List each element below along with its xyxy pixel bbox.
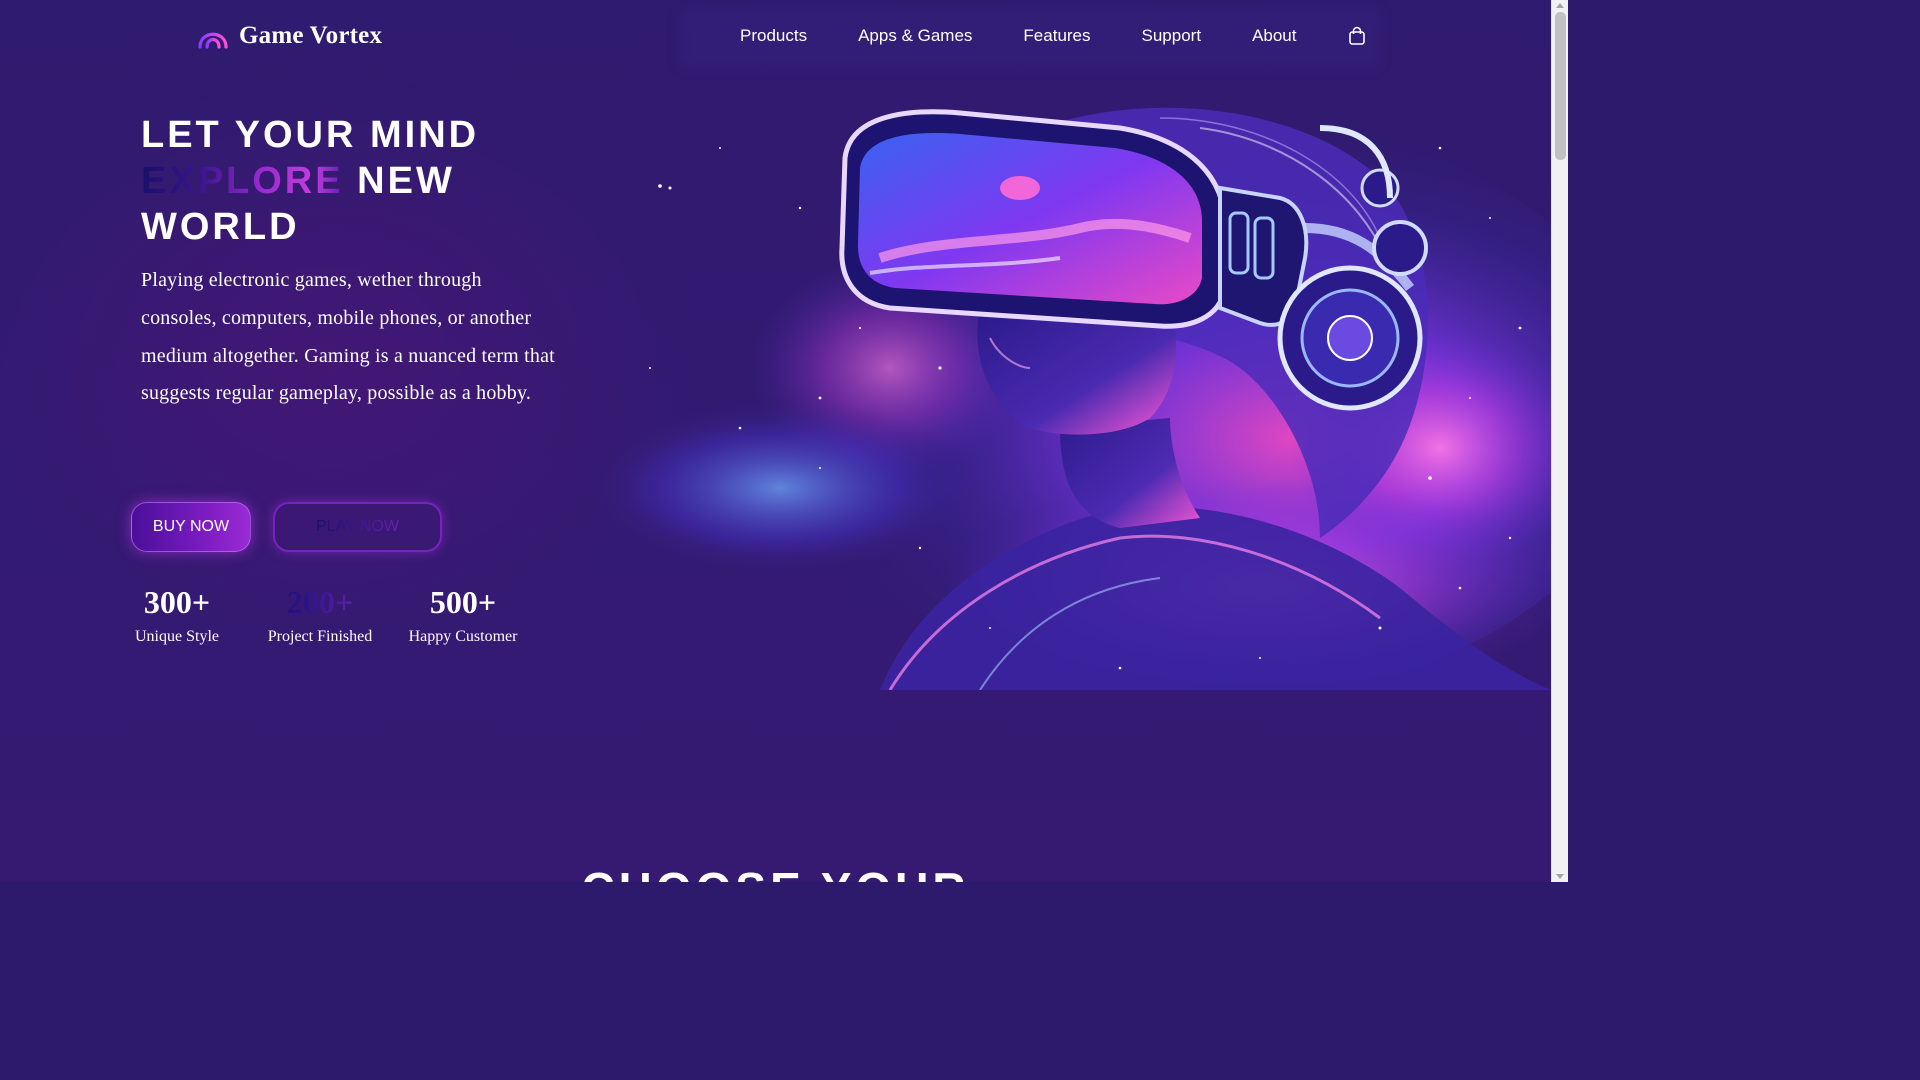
stat-value: 500+ [429, 584, 497, 620]
stat-value: 300+ [143, 584, 211, 620]
stat-happy-customer: 500+ Happy Customer [393, 584, 533, 648]
arc-logo-icon [198, 32, 228, 49]
stat-label: Happy Customer [408, 628, 518, 645]
brand-name: Game Vortex [239, 22, 383, 49]
hero-description: Playing electronic games, wether through… [141, 269, 555, 405]
hero-title-line3: WORLD [141, 206, 300, 248]
nav-about[interactable]: About [1252, 24, 1296, 48]
hero-title-highlight: EXPLORE [141, 160, 344, 202]
play-now-button[interactable]: PLAY NOW [273, 502, 442, 552]
page-scrollbar[interactable] [1551, 0, 1568, 882]
hero-title-line2-rest: NEW [343, 160, 455, 202]
stat-unique-style: 300+ Unique Style [107, 584, 247, 648]
play-now-label: PLAY NOW [316, 518, 399, 535]
main-nav: Products Apps & Games Features Support A… [740, 24, 1366, 48]
nav-apps-games[interactable]: Apps & Games [858, 24, 972, 48]
hero-title-line1: LET YOUR MIND [141, 114, 480, 156]
brand-logo[interactable]: Game Vortex [197, 20, 382, 52]
stat-label: Unique Style [135, 628, 219, 645]
nav-products[interactable]: Products [740, 24, 807, 48]
stat-value: 200+ [250, 584, 390, 620]
stat-project-finished: 200+ Project Finished [250, 584, 390, 648]
nav-features[interactable]: Features [1023, 24, 1090, 48]
shopping-bag-icon[interactable] [1348, 26, 1366, 46]
stat-label: Project Finished [267, 628, 373, 645]
page: Game Vortex Products Apps & Games Featur… [0, 0, 1551, 882]
section-heading: CHOOSE YOUR [0, 864, 1551, 882]
vr-headset-woman-illustration [580, 107, 1551, 690]
hero-title: LET YOUR MIND EXPLORE NEW WORLD [141, 112, 479, 250]
scroll-down-arrow-icon[interactable] [1556, 874, 1564, 879]
nav-support[interactable]: Support [1142, 24, 1202, 48]
buy-now-label: BUY NOW [152, 518, 230, 535]
buy-now-button[interactable]: BUY NOW [131, 502, 251, 552]
scroll-up-arrow-icon[interactable] [1556, 3, 1564, 8]
scroll-thumb[interactable] [1555, 12, 1566, 160]
